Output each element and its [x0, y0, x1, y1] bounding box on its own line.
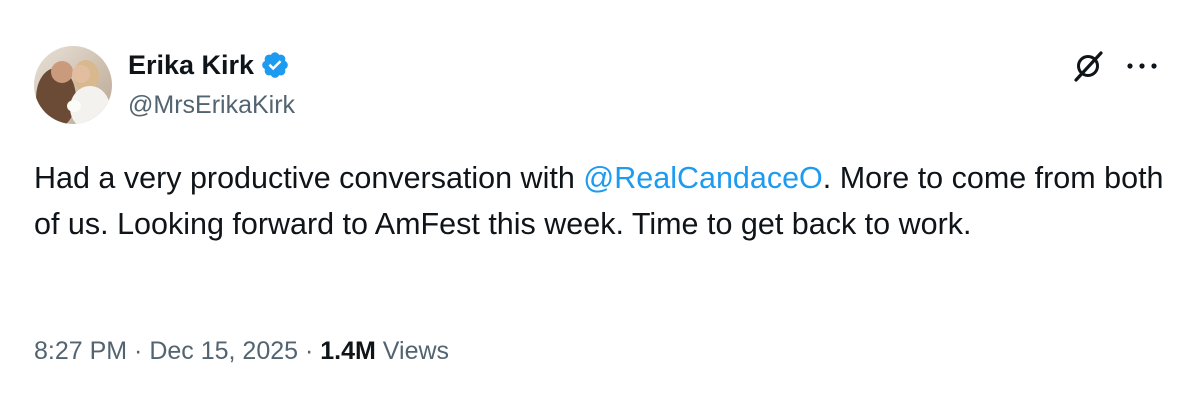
mention-link[interactable]: @RealCandaceO: [583, 161, 823, 195]
meta-separator: ·: [298, 337, 321, 365]
author-name-row: Erika Kirk: [128, 46, 290, 84]
author-handle[interactable]: @MrsErikaKirk: [128, 88, 295, 122]
tweet-text-intro: Had a very productive conversation with: [34, 161, 584, 195]
verified-badge-icon[interactable]: [260, 50, 290, 80]
views-label: Views: [375, 337, 450, 365]
grok-button[interactable]: [1068, 46, 1108, 86]
avatar-photo: [34, 46, 112, 124]
more-options-button[interactable]: [1120, 46, 1164, 86]
author-display-name[interactable]: Erika Kirk: [128, 46, 254, 84]
tweet-card: Erika Kirk @MrsErikaKirk Had a very prod…: [0, 0, 1192, 400]
tweet-text: Had a very productive conversation with …: [34, 155, 1164, 247]
tweet-date[interactable]: Dec 15, 2025: [149, 337, 298, 365]
views-count[interactable]: 1.4M: [320, 337, 376, 365]
tweet-time[interactable]: 8:27 PM: [34, 337, 127, 365]
more-icon: [1127, 63, 1157, 69]
meta-separator: ·: [127, 337, 150, 365]
grok-icon: [1074, 51, 1103, 82]
author-avatar[interactable]: [34, 46, 112, 124]
tweet-metadata: 8:27 PM · Dec 15, 2025 · 1.4M Views: [34, 334, 449, 368]
